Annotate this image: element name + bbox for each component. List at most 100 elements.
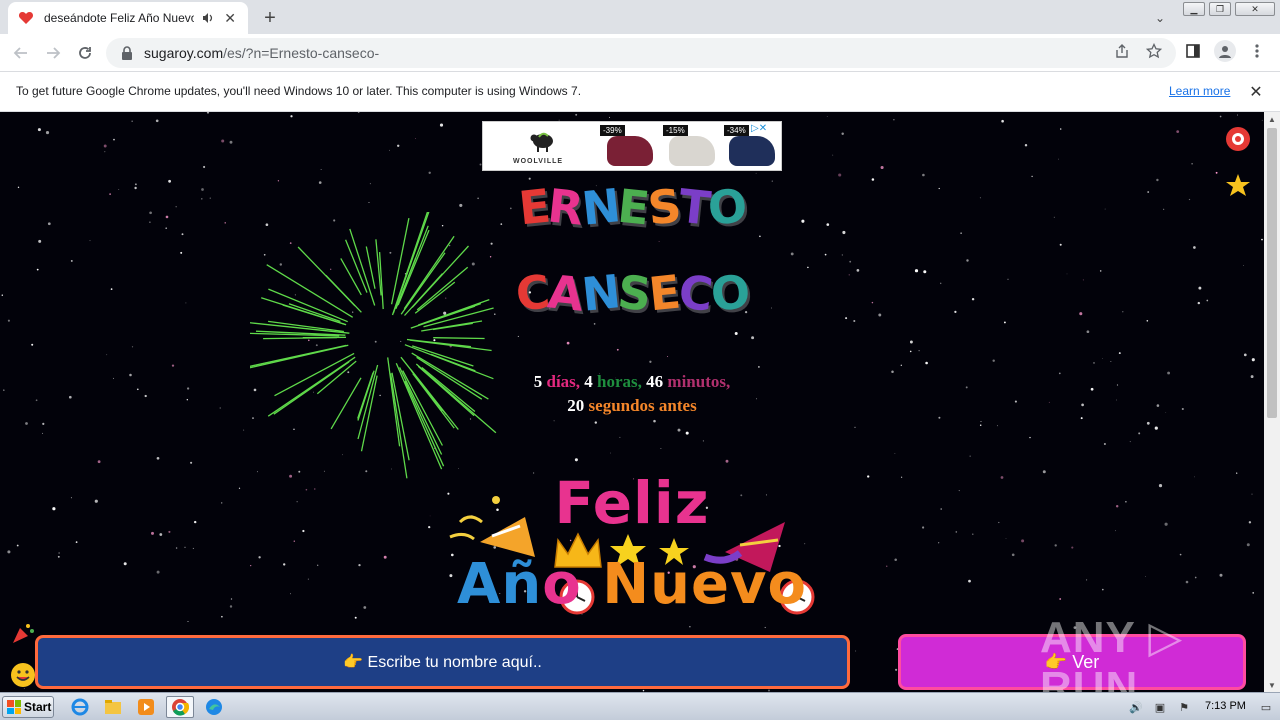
star — [616, 348, 619, 351]
tab-search-icon[interactable]: ⌄ — [1150, 8, 1170, 28]
firework-ray — [411, 345, 474, 367]
windows-logo-icon — [7, 700, 21, 714]
name-input[interactable]: 👉 Escribe tu nombre aquí.. — [35, 635, 850, 689]
star — [1243, 353, 1247, 357]
ad-banner[interactable]: WOOLVILLE -39% -15% -34% ▷✕ — [482, 121, 782, 171]
windows-taskbar: Start 🔊 ▣ ⚑ 7:13 PM ▭ — [0, 692, 1280, 720]
side-panel-icon[interactable] — [1182, 40, 1204, 62]
star — [649, 360, 652, 363]
star — [619, 436, 621, 438]
star — [992, 359, 995, 362]
file-explorer-icon[interactable] — [99, 696, 127, 718]
star — [89, 240, 91, 242]
bookmark-star-icon[interactable] — [1143, 40, 1165, 62]
star — [1176, 130, 1180, 133]
emoji-icon[interactable] — [10, 662, 36, 688]
hours-label: horas, — [597, 372, 642, 391]
greeting-part: o — [542, 552, 603, 617]
star — [1059, 243, 1062, 246]
countdown-line2: 20 segundos antes — [0, 396, 1264, 416]
star — [1024, 143, 1028, 147]
last-name-letter: C — [676, 264, 714, 322]
star — [574, 458, 578, 462]
star — [1246, 543, 1250, 547]
slipper-image — [607, 136, 653, 166]
boot-image — [729, 136, 775, 166]
flag-icon[interactable]: ⚑ — [1176, 699, 1192, 715]
star — [1021, 539, 1025, 543]
scroll-down-icon[interactable]: ▼ — [1264, 678, 1280, 692]
media-player-icon[interactable] — [132, 696, 160, 718]
network-icon[interactable]: ▣ — [1152, 699, 1168, 715]
greeting-part: Nuevo — [602, 552, 807, 617]
infobar-message: To get future Google Chrome updates, you… — [16, 84, 582, 98]
star — [320, 169, 322, 170]
star — [415, 138, 416, 139]
music-toggle-icon[interactable] — [1225, 126, 1251, 152]
ad-discount: -34% — [724, 125, 749, 136]
forward-button[interactable] — [40, 40, 66, 66]
star — [938, 542, 940, 544]
star — [1031, 175, 1033, 178]
speaker-icon[interactable] — [200, 10, 216, 26]
star — [660, 448, 662, 449]
star — [764, 626, 766, 629]
star — [397, 144, 400, 147]
new-tab-button[interactable]: + — [258, 6, 282, 30]
star — [909, 350, 912, 353]
countdown-days: 5 — [533, 372, 543, 391]
firework-ray — [432, 322, 473, 331]
minimize-button[interactable]: ▁ — [1183, 2, 1205, 16]
reload-button[interactable] — [72, 40, 98, 66]
star — [1154, 426, 1158, 430]
star — [184, 546, 186, 548]
back-button[interactable] — [8, 40, 34, 66]
lock-icon[interactable] — [120, 46, 134, 60]
last-name-title: CANSECO — [0, 264, 1264, 322]
chrome-icon[interactable] — [166, 696, 194, 718]
profile-icon[interactable] — [1214, 40, 1236, 62]
close-window-button[interactable]: ✕ — [1235, 2, 1275, 16]
restore-button[interactable]: ❐ — [1209, 2, 1231, 16]
volume-icon[interactable]: 🔊 — [1128, 699, 1144, 715]
learn-more-link[interactable]: Learn more — [1169, 84, 1230, 98]
edge-icon[interactable] — [200, 696, 228, 718]
star — [357, 112, 360, 113]
star — [131, 120, 133, 122]
star — [156, 456, 160, 460]
star — [824, 253, 827, 256]
star-icon[interactable] — [1225, 172, 1251, 198]
address-bar[interactable]: sugaroy.com/es/?n=Ernesto-canseco- — [106, 38, 1176, 68]
menu-kebab-icon[interactable] — [1246, 40, 1268, 62]
browser-tab[interactable]: deseándote Feliz Año Nuevo 20 ✕ — [8, 2, 248, 34]
show-desktop-icon[interactable]: ▭ — [1258, 699, 1274, 715]
star — [290, 115, 293, 118]
star — [155, 119, 159, 123]
star — [734, 332, 738, 335]
star — [755, 172, 757, 174]
star — [855, 650, 857, 652]
share-icon[interactable] — [1111, 40, 1133, 62]
sheep-logo-icon — [530, 132, 553, 152]
star — [175, 547, 178, 549]
star — [23, 688, 25, 689]
star — [685, 431, 689, 435]
star — [918, 350, 920, 352]
close-infobar-icon[interactable]: ✕ — [1246, 82, 1266, 102]
star — [667, 356, 669, 357]
internet-explorer-icon[interactable] — [66, 696, 94, 718]
star — [428, 171, 431, 174]
page-scrollbar[interactable]: ▲ ▼ — [1264, 112, 1280, 692]
star — [608, 116, 611, 118]
party-popper-icon[interactable] — [10, 620, 36, 646]
clock[interactable]: 7:13 PM — [1205, 700, 1246, 712]
star — [31, 343, 34, 346]
start-button[interactable]: Start — [2, 696, 54, 718]
adchoices-icon[interactable]: ▷✕ — [751, 123, 767, 134]
firework-ray — [433, 337, 485, 340]
star — [925, 361, 928, 365]
star — [1001, 119, 1004, 123]
scroll-thumb[interactable] — [1267, 128, 1277, 418]
close-tab-icon[interactable]: ✕ — [222, 10, 238, 26]
scroll-up-icon[interactable]: ▲ — [1264, 112, 1280, 126]
